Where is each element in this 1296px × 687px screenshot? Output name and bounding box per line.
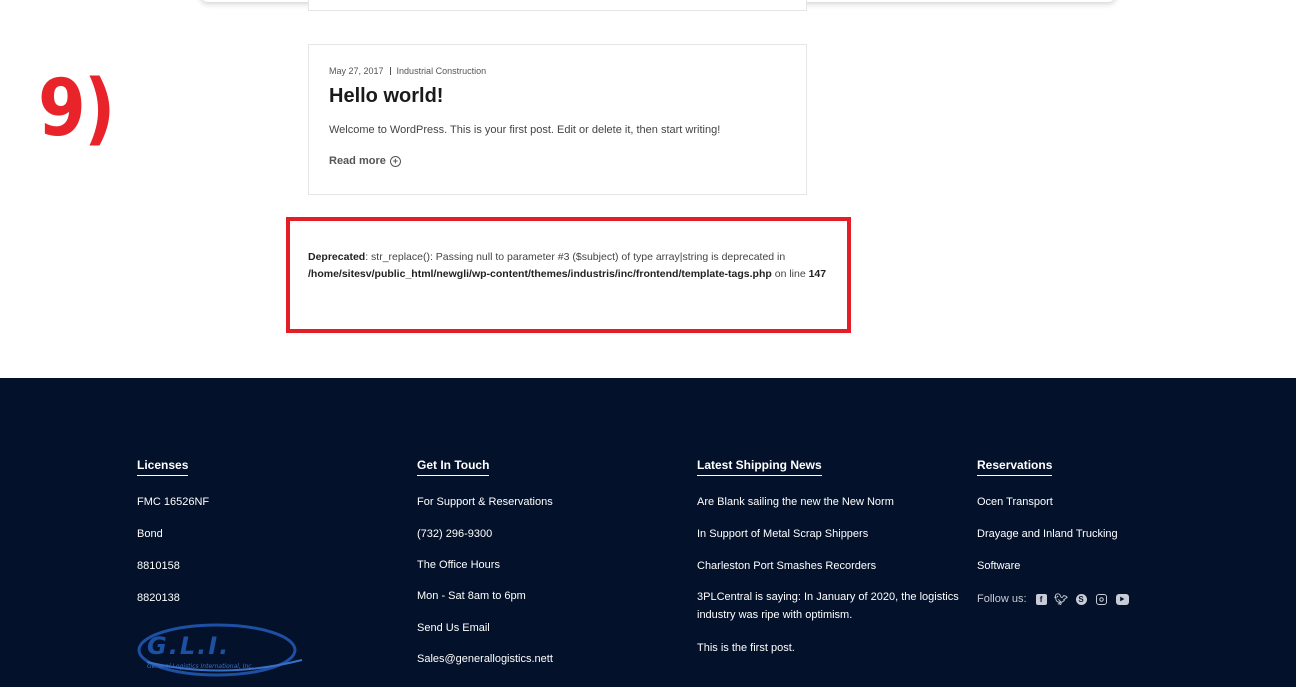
gli-logo: G.L.I. General Logistics International, … <box>137 622 307 682</box>
post-title[interactable]: Hello world! <box>329 85 443 108</box>
post-excerpt: Welcome to WordPress. This is your first… <box>329 124 721 136</box>
news-heading: Latest Shipping News <box>697 458 822 476</box>
license-item: 8820138 <box>137 592 180 604</box>
previous-post-card <box>308 0 807 11</box>
news-link[interactable]: 3PLCentral is saying: In January of 2020… <box>697 588 967 624</box>
news-link[interactable]: Are Blank sailing the new the New Norm <box>697 496 894 508</box>
follow-us: Follow us: f 🐦︎ S <box>977 593 1129 606</box>
post-card: May 27, 2017 Industrial Construction Hel… <box>308 44 807 195</box>
reservation-link[interactable]: Ocen Transport <box>977 496 1053 508</box>
contact-heading: Get In Touch <box>417 458 489 476</box>
post-date[interactable]: May 27, 2017 <box>329 66 384 76</box>
twitter-icon[interactable]: 🐦︎ <box>1054 594 1068 606</box>
notice-line-number: 147 <box>808 268 827 280</box>
site-footer: Licenses FMC 16526NF Bond 8810158 882013… <box>0 378 1296 687</box>
licenses-heading: Licenses <box>137 458 188 476</box>
skype-icon[interactable]: S <box>1075 593 1087 605</box>
contact-item: Mon - Sat 8am to 6pm <box>417 590 526 602</box>
contact-item: Send Us Email <box>417 622 490 634</box>
notice-label: Deprecated <box>308 251 366 263</box>
meta-separator <box>389 67 391 75</box>
contact-item: The Office Hours <box>417 559 500 571</box>
reservations-heading: Reservations <box>977 458 1052 476</box>
instagram-icon[interactable] <box>1095 593 1107 605</box>
deprecated-notice: Deprecated: str_replace(): Passing null … <box>286 217 851 333</box>
youtube-icon[interactable] <box>1115 593 1129 605</box>
notice-on-line: on line <box>771 268 809 280</box>
read-more-label: Read more <box>329 155 386 167</box>
news-link[interactable]: In Support of Metal Scrap Shippers <box>697 528 868 540</box>
contact-item: For Support & Reservations <box>417 496 553 508</box>
contact-phone-link[interactable]: (732) 296-9300 <box>417 528 492 540</box>
plus-circle-icon: + <box>389 155 401 167</box>
follow-label: Follow us: <box>977 593 1027 605</box>
deprecated-message: Deprecated: str_replace(): Passing null … <box>308 249 828 283</box>
logo-mark: G.L.I. <box>147 632 230 660</box>
notice-text: : str_replace(): Passing null to paramet… <box>365 251 786 263</box>
post-meta: May 27, 2017 Industrial Construction <box>329 66 486 76</box>
notice-path: /home/sitesv/public_html/newgli/wp-conte… <box>308 268 772 280</box>
read-more-link[interactable]: Read more + <box>329 155 401 167</box>
reservation-link[interactable]: Software <box>977 560 1020 572</box>
facebook-icon[interactable]: f <box>1035 593 1047 605</box>
license-item: 8810158 <box>137 560 180 572</box>
news-link[interactable]: This is the first post. <box>697 642 795 654</box>
reservation-link[interactable]: Drayage and Inland Trucking <box>977 528 1118 540</box>
license-item: Bond <box>137 528 163 540</box>
contact-email-link[interactable]: Sales@generallogistics.nett <box>417 653 553 665</box>
logo-tagline: General Logistics International, Inc. <box>147 663 254 670</box>
license-item: FMC 16526NF <box>137 496 210 508</box>
annotation-number: 9) <box>38 64 115 154</box>
post-category[interactable]: Industrial Construction <box>397 66 487 76</box>
news-link[interactable]: Charleston Port Smashes Recorders <box>697 560 876 572</box>
